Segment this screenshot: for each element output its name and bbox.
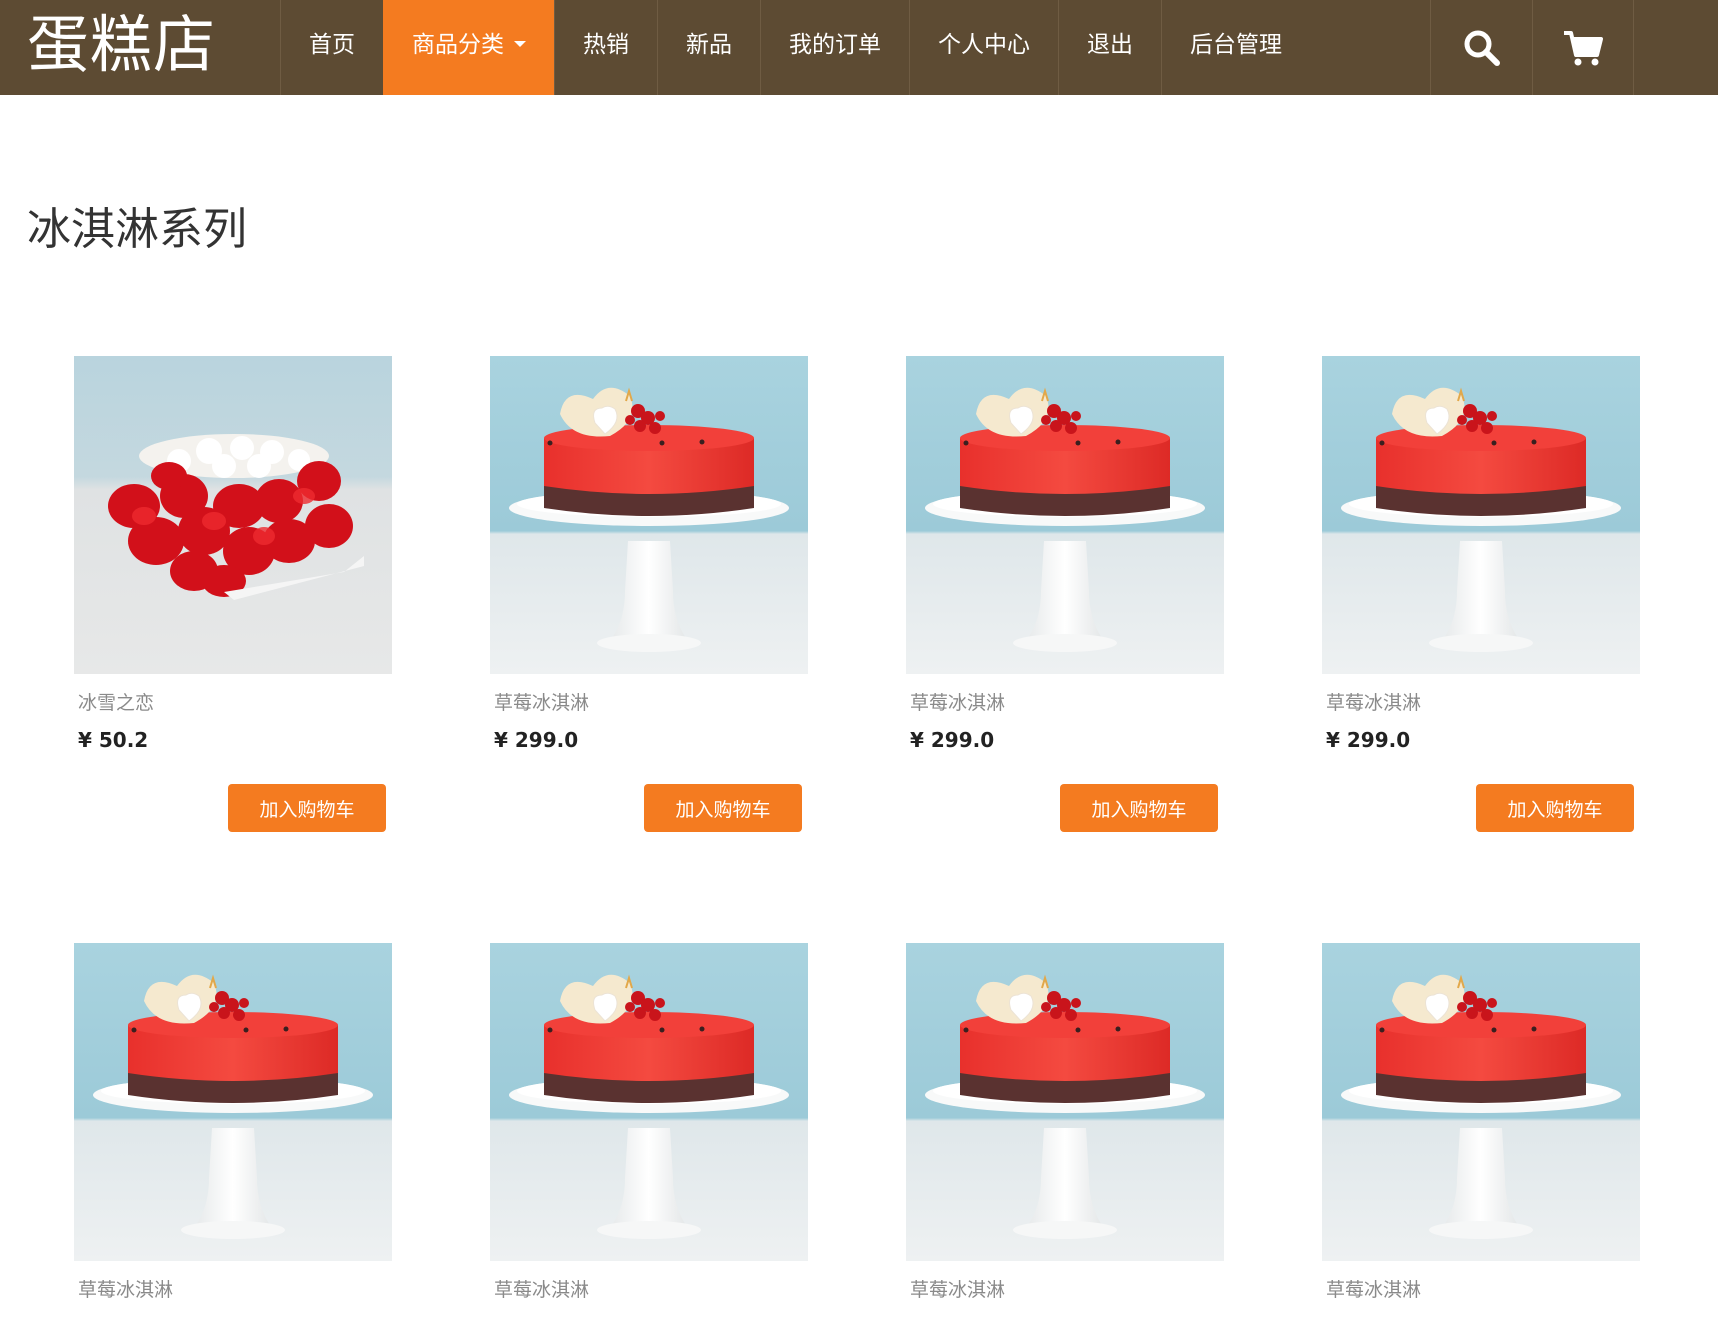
add-to-cart-button[interactable]: 加入购物车 [1476,784,1634,832]
product-price: ¥ 50.2 [78,728,149,752]
product-image-link[interactable] [1322,943,1640,1261]
product-image [906,943,1224,1261]
product-card: 草莓冰淇淋 [490,943,810,1301]
nav-item-new[interactable]: 新品 [657,0,760,95]
nav-label: 新品 [686,32,732,58]
nav-item-logout[interactable]: 退出 [1058,0,1161,95]
brand-logo[interactable]: 蛋糕店 [27,0,216,95]
product-price: ¥ 299.0 [1326,728,1411,752]
nav-item-hot[interactable]: 热销 [554,0,657,95]
main-nav: 首页 商品分类 热销 新品 我的订单 个人中心 退出 后台管理 [280,0,1310,95]
product-image-link[interactable] [74,943,392,1261]
product-image [74,356,392,674]
nav-tools [1430,0,1634,95]
product-name[interactable]: 冰雪之恋 [78,688,394,714]
nav-item-categories[interactable]: 商品分类 [383,0,554,95]
product-name[interactable]: 草莓冰淇淋 [1326,1275,1642,1301]
product-image-link[interactable] [906,356,1224,674]
nav-label: 商品分类 [412,32,504,58]
cart-icon [1564,30,1603,65]
nav-item-my-orders[interactable]: 我的订单 [760,0,909,95]
product-image-link[interactable] [906,943,1224,1261]
product-card: 草莓冰淇淋 ¥ 299.0 加入购物车 [490,356,810,832]
add-to-cart-button[interactable]: 加入购物车 [644,784,802,832]
product-name[interactable]: 草莓冰淇淋 [910,1275,1226,1301]
caret-down-icon [514,40,526,47]
search-button[interactable] [1430,0,1532,95]
product-name[interactable]: 草莓冰淇淋 [494,1275,810,1301]
product-price: ¥ 299.0 [910,728,995,752]
nav-item-profile[interactable]: 个人中心 [909,0,1058,95]
product-card: 草莓冰淇淋 [1322,943,1642,1301]
product-image [490,356,808,674]
cart-button[interactable] [1532,0,1634,95]
product-image [906,356,1224,674]
product-name[interactable]: 草莓冰淇淋 [1326,688,1642,714]
add-to-cart-button[interactable]: 加入购物车 [1060,784,1218,832]
product-name[interactable]: 草莓冰淇淋 [910,688,1226,714]
product-image-link[interactable] [490,356,808,674]
product-image-link[interactable] [74,356,392,674]
product-name[interactable]: 草莓冰淇淋 [494,688,810,714]
product-name[interactable]: 草莓冰淇淋 [78,1275,394,1301]
nav-item-home[interactable]: 首页 [280,0,383,95]
product-image [1322,943,1640,1261]
top-navbar: 蛋糕店 首页 商品分类 热销 新品 我的订单 个人中心 退出 后台管理 [0,0,1718,95]
product-image [1322,356,1640,674]
product-card: 草莓冰淇淋 [906,943,1226,1301]
product-card: 草莓冰淇淋 ¥ 299.0 加入购物车 [906,356,1226,832]
product-image [74,943,392,1261]
search-icon [1464,30,1500,66]
product-image-link[interactable] [490,943,808,1261]
product-card: 冰雪之恋 ¥ 50.2 加入购物车 [74,356,394,832]
nav-label: 首页 [309,32,355,58]
section-title: 冰淇淋系列 [27,204,247,255]
nav-label: 热销 [583,32,629,58]
nav-item-admin[interactable]: 后台管理 [1161,0,1310,95]
add-to-cart-button[interactable]: 加入购物车 [228,784,386,832]
product-card: 草莓冰淇淋 [74,943,394,1301]
nav-label: 退出 [1087,32,1133,58]
product-image [490,943,808,1261]
product-image-link[interactable] [1322,356,1640,674]
product-price: ¥ 299.0 [494,728,579,752]
product-card: 草莓冰淇淋 ¥ 299.0 加入购物车 [1322,356,1642,832]
nav-label: 个人中心 [938,32,1030,58]
nav-label: 我的订单 [789,32,881,58]
nav-label: 后台管理 [1190,32,1282,58]
